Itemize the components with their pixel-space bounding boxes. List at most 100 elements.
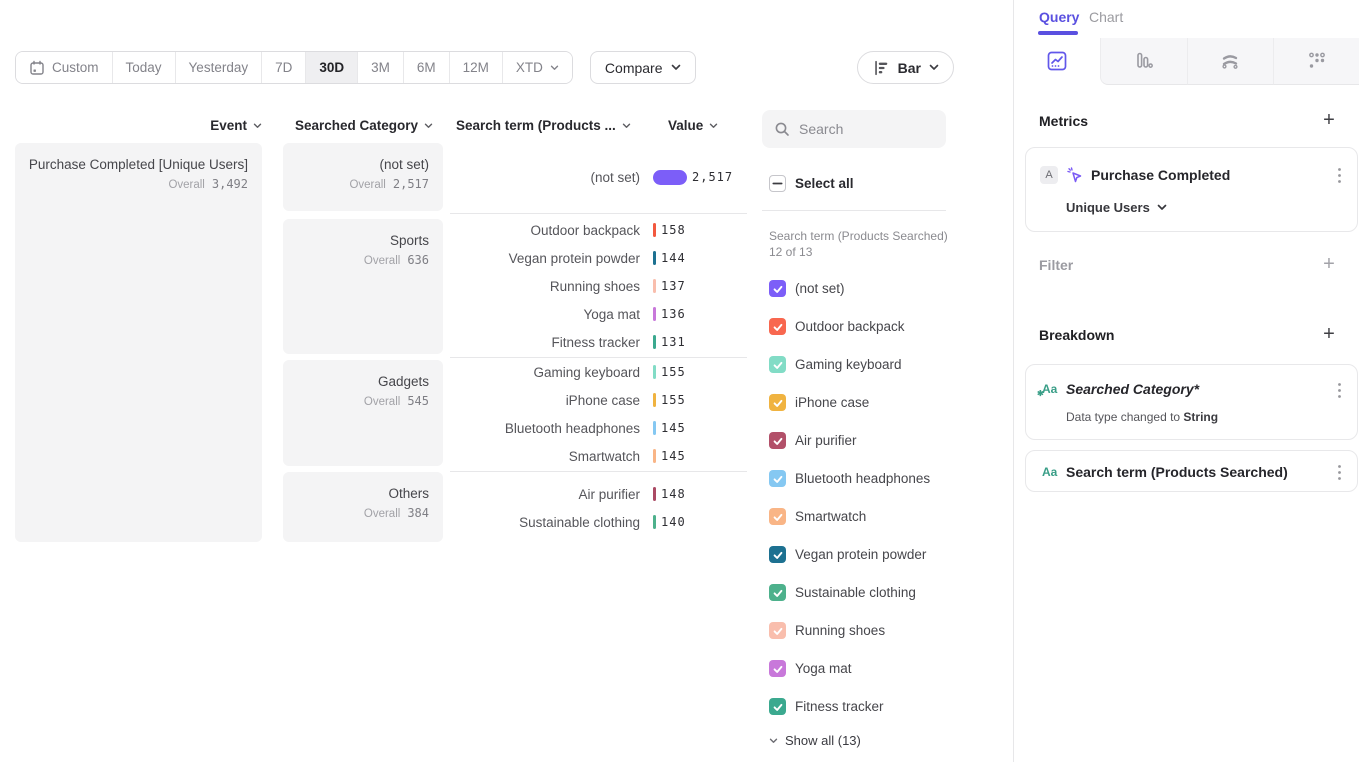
term-row[interactable]: Yoga mat136 (450, 300, 750, 328)
column-header-category[interactable]: Searched Category (283, 117, 433, 134)
term-value: 145 (661, 449, 686, 463)
add-breakdown-button[interactable]: + (1317, 322, 1341, 346)
flows-icon (1219, 50, 1241, 72)
tab-chart[interactable]: Chart (1089, 9, 1123, 25)
chevron-down-icon (1157, 204, 1167, 211)
legend-item-iphone-case[interactable]: iPhone case (769, 394, 930, 411)
add-metric-button[interactable]: + (1317, 108, 1341, 132)
checkbox-checked (769, 432, 786, 449)
check-icon (772, 701, 784, 713)
term-row[interactable]: iPhone case 155 (450, 386, 750, 414)
column-header-event[interactable]: Event (60, 117, 262, 134)
chevron-down-icon (709, 123, 718, 129)
filter-heading: Filter (1039, 257, 1073, 273)
legend-item-label: Sustainable clothing (795, 585, 916, 600)
checkbox-checked (769, 394, 786, 411)
chevron-down-icon (769, 738, 778, 744)
show-all-toggle[interactable]: Show all (13) (769, 733, 861, 748)
term-label: Vegan protein powder (450, 251, 640, 266)
term-label: Gaming keyboard (450, 365, 640, 380)
select-all-checkbox[interactable]: Select all (769, 175, 854, 192)
checkbox-checked (769, 318, 786, 335)
tab-retention[interactable] (1273, 38, 1359, 85)
measurement-dropdown[interactable]: Unique Users (1066, 200, 1167, 215)
term-label: iPhone case (450, 393, 640, 408)
term-row[interactable]: Bluetooth headphones145 (450, 414, 750, 442)
kebab-menu-icon[interactable] (1337, 382, 1342, 399)
legend-item-outdoor-backpack[interactable]: Outdoor backpack (769, 318, 930, 335)
category-cell[interactable]: SportsOverall636 (283, 219, 443, 354)
category-overall: Overall2,517 (293, 177, 429, 191)
category-overall: Overall384 (293, 506, 429, 520)
legend-item-label: Smartwatch (795, 509, 866, 524)
term-value: 2,517 (692, 170, 733, 184)
breakdown-card-searched-category[interactable]: ✱ Aa Searched Category* Data type change… (1025, 364, 1358, 440)
category-name: Gadgets (293, 373, 429, 391)
legend-item-label: Air purifier (795, 433, 857, 448)
kebab-menu-icon[interactable] (1337, 464, 1342, 481)
group-separator (450, 213, 747, 214)
term-row[interactable]: Vegan protein powder144 (450, 244, 750, 272)
overall-value: 2,517 (393, 177, 429, 191)
legend-item-yoga-mat[interactable]: Yoga mat (769, 660, 930, 677)
term-row[interactable]: Outdoor backpack158 (450, 216, 750, 244)
term-label: Outdoor backpack (450, 223, 640, 238)
column-header-term[interactable]: Search term (Products ... (456, 117, 631, 134)
column-header-value[interactable]: Value (668, 117, 718, 134)
term-label: Sustainable clothing (450, 515, 640, 530)
category-cell[interactable]: GadgetsOverall545 (283, 360, 443, 466)
term-row[interactable]: Running shoes137 (450, 272, 750, 300)
legend-item-air-purifier[interactable]: Air purifier (769, 432, 930, 449)
term-label: Fitness tracker (450, 335, 640, 350)
term-row[interactable]: Gaming keyboard155 (450, 358, 750, 386)
term-value: 148 (661, 487, 686, 501)
legend-search[interactable] (762, 110, 946, 148)
legend-item-bluetooth-headphones[interactable]: Bluetooth headphones (769, 470, 930, 487)
term-value: 145 (661, 421, 686, 435)
tab-insights[interactable] (1014, 38, 1100, 85)
term-label: Yoga mat (450, 307, 640, 322)
category-overall: Overall636 (293, 253, 429, 267)
legend-item--not-set-[interactable]: (not set) (769, 280, 930, 297)
legend-search-input[interactable] (799, 121, 929, 137)
tab-flows[interactable] (1187, 38, 1274, 85)
legend-item-fitness-tracker[interactable]: Fitness tracker (769, 698, 930, 715)
term-value: 155 (661, 393, 686, 407)
value-bar (653, 449, 656, 463)
legend-item-label: Bluetooth headphones (795, 471, 930, 486)
legend-item-label: Running shoes (795, 623, 885, 638)
category-name: Others (293, 485, 429, 503)
breakdown-card-search-term[interactable]: Aa Search term (Products Searched) (1025, 450, 1358, 492)
select-all-label: Select all (795, 176, 854, 191)
checkbox-checked (769, 546, 786, 563)
event-cell[interactable]: Purchase Completed [Unique Users] Overal… (15, 143, 262, 542)
tab-query[interactable]: Query (1039, 9, 1079, 25)
metric-card[interactable]: A Purchase Completed Unique Users (1025, 147, 1358, 232)
term-row[interactable]: Smartwatch 145 (450, 442, 750, 470)
checkbox-checked (769, 508, 786, 525)
kebab-menu-icon[interactable] (1337, 167, 1342, 184)
legend-item-label: iPhone case (795, 395, 869, 410)
checkbox-checked (769, 280, 786, 297)
checkbox-checked (769, 584, 786, 601)
check-icon (772, 473, 784, 485)
term-row[interactable]: Sustainable clothing140 (450, 508, 750, 536)
category-cell[interactable]: (not set)Overall2,517 (283, 143, 443, 211)
term-row[interactable]: (not set)2,517 (450, 163, 750, 191)
legend-item-gaming-keyboard[interactable]: Gaming keyboard (769, 356, 930, 373)
legend-item-label: Yoga mat (795, 661, 852, 676)
metric-event-name: Purchase Completed (1091, 167, 1230, 183)
legend-item-smartwatch[interactable]: Smartwatch (769, 508, 930, 525)
category-cell[interactable]: Others Overall384 (283, 472, 443, 542)
check-icon (772, 283, 784, 295)
legend-item-sustainable-clothing[interactable]: Sustainable clothing (769, 584, 930, 601)
term-row[interactable]: Air purifier148 (450, 480, 750, 508)
term-row[interactable]: Fitness tracker131 (450, 328, 750, 356)
value-bar (653, 251, 656, 265)
tab-funnels[interactable] (1100, 38, 1187, 85)
term-label: Smartwatch (450, 449, 640, 464)
analytics-app: CustomTodayYesterday7D30D3M6M12MXTD Comp… (0, 0, 1359, 762)
legend-item-vegan-protein-powder[interactable]: Vegan protein powder (769, 546, 930, 563)
legend-item-running-shoes[interactable]: Running shoes (769, 622, 930, 639)
add-filter-button[interactable]: + (1317, 252, 1341, 276)
